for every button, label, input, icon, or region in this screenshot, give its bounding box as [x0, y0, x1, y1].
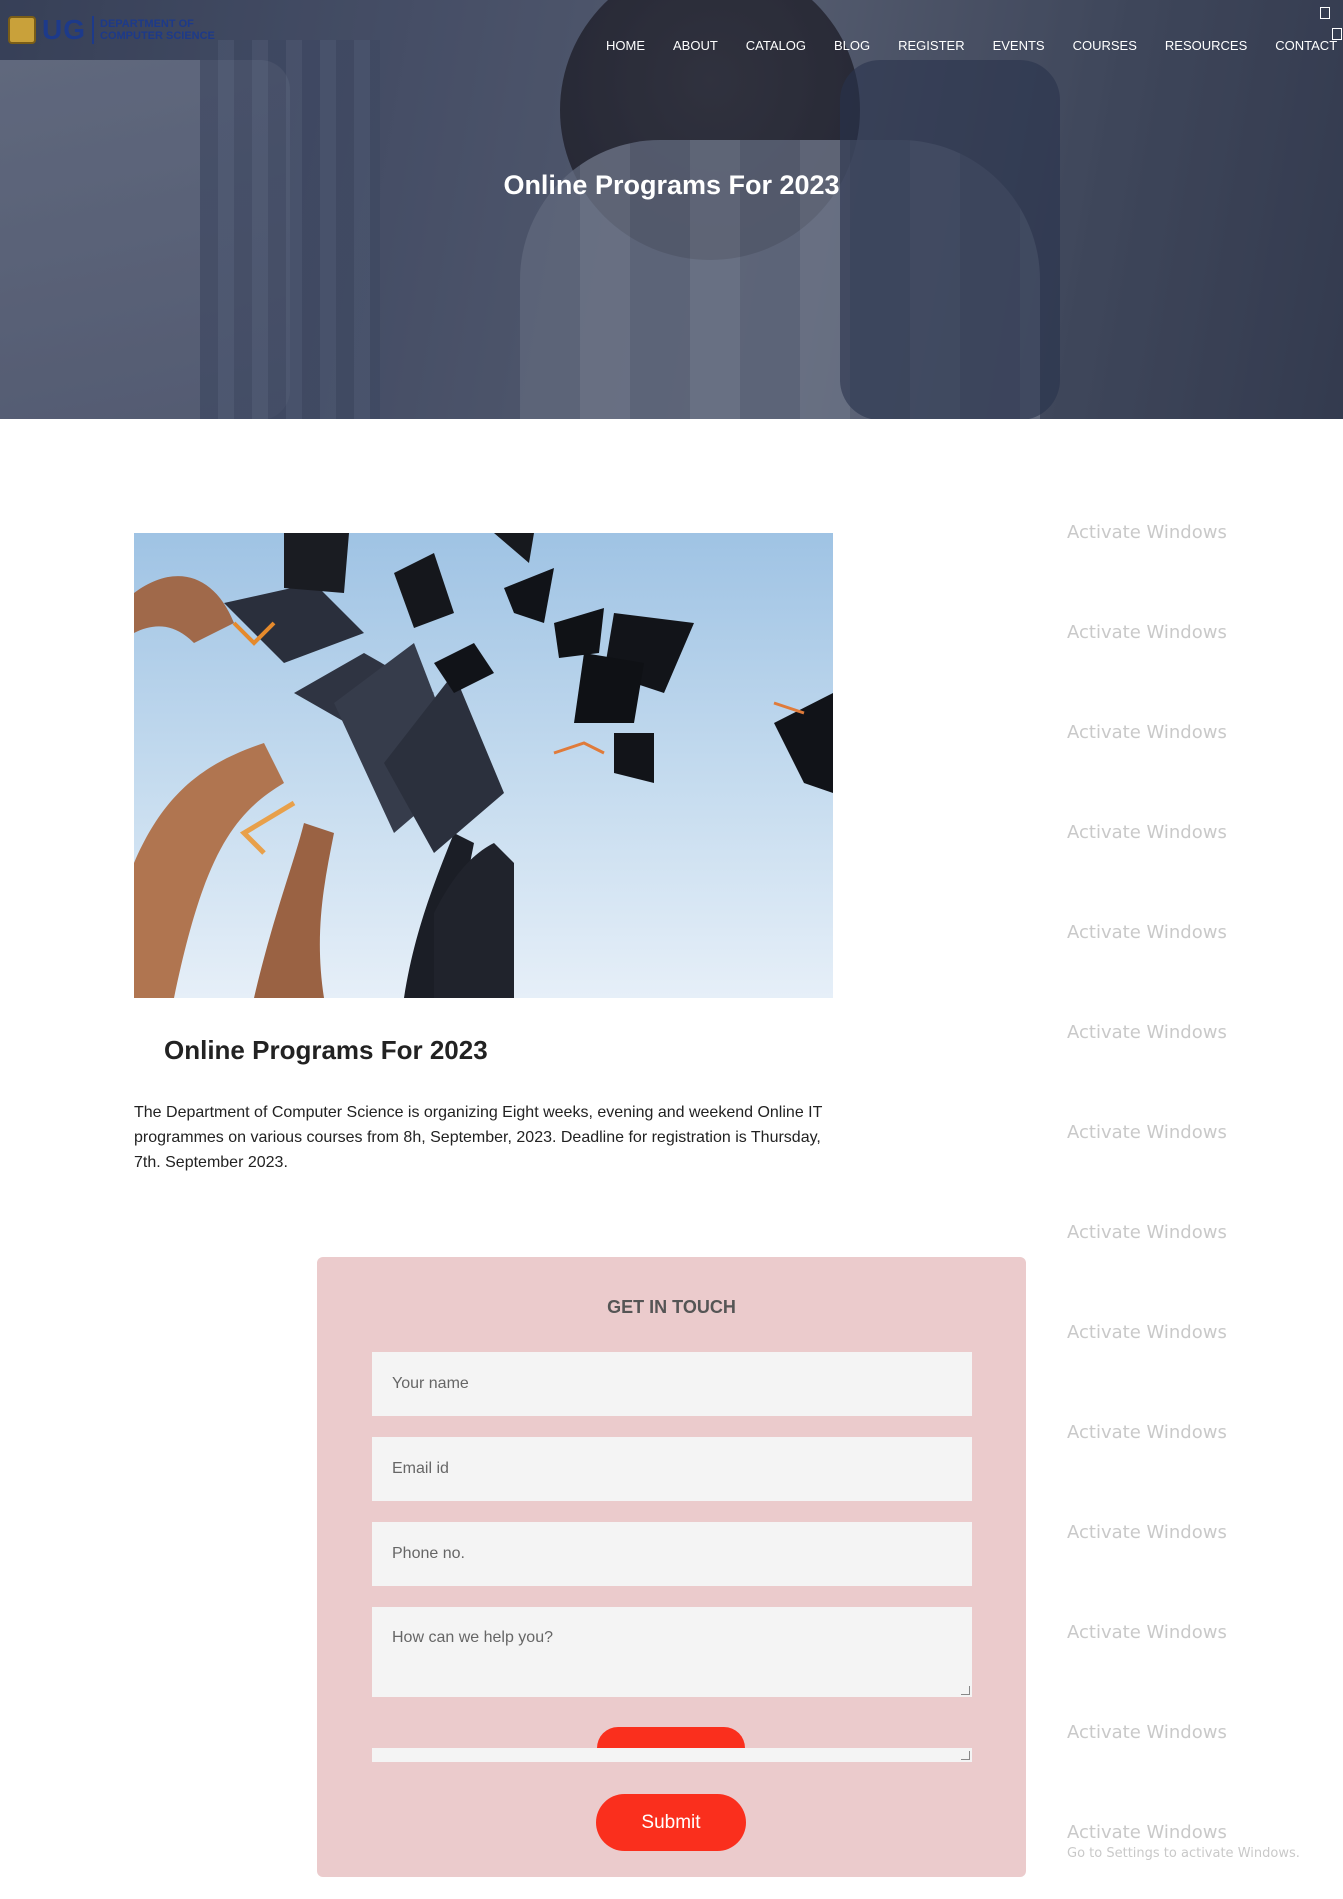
watermark-text: Activate Windows: [1067, 1522, 1227, 1543]
resize-handle-icon[interactable]: [961, 1686, 970, 1695]
post-body: The Department of Computer Science is or…: [134, 1104, 823, 1171]
missing-glyph-icon: [1332, 28, 1342, 40]
submit-button[interactable]: Submit: [596, 1794, 746, 1851]
logo-dept-line1: DEPARTMENT OF: [100, 18, 194, 30]
contact-form: GET IN TOUCH Your name Email id Phone no…: [317, 1257, 1026, 1877]
cap-shape: [504, 568, 554, 623]
nav-home[interactable]: HOME: [606, 38, 645, 53]
overlapped-button-fragment: [597, 1727, 745, 1748]
tassel-shape: [773, 701, 805, 715]
nav-about[interactable]: ABOUT: [673, 38, 718, 53]
main-nav: HOME ABOUT CATALOG BLOG REGISTER EVENTS …: [606, 38, 1337, 53]
watermark-text: Activate Windows: [1067, 1222, 1227, 1243]
watermark-text: Activate Windows: [1067, 922, 1227, 943]
tassel-shape: [239, 800, 296, 855]
hero-banner: UG DEPARTMENT OF COMPUTER SCIENCE HOME A…: [0, 0, 1343, 419]
missing-glyph-icon: [1320, 7, 1330, 19]
cap-shape: [494, 533, 534, 563]
overlapped-textarea-fragment: [372, 1748, 972, 1762]
watermark-text: Activate Windows: [1067, 1022, 1227, 1043]
watermark-text: Activate Windows: [1067, 622, 1227, 643]
phone-placeholder: Phone no.: [392, 1545, 465, 1562]
phone-input[interactable]: Phone no.: [372, 1522, 972, 1586]
arm-shape: [134, 743, 284, 998]
nav-catalog[interactable]: CATALOG: [746, 38, 806, 53]
logo-ug-text: UG: [42, 14, 86, 45]
nav-blog[interactable]: BLOG: [834, 38, 870, 53]
arm-shape: [254, 823, 334, 998]
logo-dept-line2: COMPUTER SCIENCE: [100, 30, 215, 42]
message-placeholder: How can we help you?: [392, 1629, 553, 1646]
logo-dept-text: DEPARTMENT OF COMPUTER SCIENCE: [100, 18, 215, 42]
watermark-text: Activate Windows: [1067, 522, 1227, 543]
cap-shape: [394, 553, 454, 628]
logo-divider: [92, 16, 94, 44]
cap-shape: [574, 653, 644, 723]
post-title: Online Programs For 2023: [164, 1035, 488, 1065]
post-image: [134, 533, 833, 998]
hero-title: Online Programs For 2023: [503, 170, 840, 200]
tassel-shape: [553, 741, 605, 755]
cap-shape: [774, 693, 833, 793]
resize-handle-icon: [961, 1751, 970, 1760]
nav-contact[interactable]: CONTACT: [1275, 38, 1337, 53]
cap-shape: [614, 733, 654, 783]
site-logo[interactable]: UG DEPARTMENT OF COMPUTER SCIENCE: [8, 14, 215, 46]
email-placeholder: Email id: [392, 1460, 449, 1477]
watermark-text: Activate Windows: [1067, 1322, 1227, 1343]
crest-icon: [8, 16, 36, 44]
cap-shape: [284, 533, 349, 593]
hero-overlay: [0, 0, 1343, 419]
cap-shape: [554, 608, 604, 658]
nav-resources[interactable]: RESOURCES: [1165, 38, 1247, 53]
watermark-text: Activate Windows: [1067, 722, 1227, 743]
nav-courses[interactable]: COURSES: [1073, 38, 1137, 53]
cap-shape: [224, 583, 364, 663]
name-placeholder: Your name: [392, 1375, 469, 1392]
name-input[interactable]: Your name: [372, 1352, 972, 1416]
arm-shape: [134, 576, 234, 643]
watermark-text: Activate Windows: [1067, 822, 1227, 843]
watermark-text: Activate Windows: [1067, 1422, 1227, 1443]
cap-shape: [434, 643, 494, 693]
watermark-text: Activate Windows: [1067, 1822, 1227, 1843]
watermark-text: Activate Windows: [1067, 1722, 1227, 1743]
email-input[interactable]: Email id: [372, 1437, 972, 1501]
form-title: GET IN TOUCH: [607, 1297, 736, 1317]
watermark-text: Activate Windows: [1067, 1122, 1227, 1143]
nav-register[interactable]: REGISTER: [898, 38, 964, 53]
nav-events[interactable]: EVENTS: [993, 38, 1045, 53]
graduation-caps-illustration: [134, 533, 833, 998]
message-textarea[interactable]: How can we help you?: [372, 1607, 972, 1697]
watermark-subtext: Go to Settings to activate Windows.: [1067, 1846, 1300, 1861]
watermark-text: Activate Windows: [1067, 1622, 1227, 1643]
